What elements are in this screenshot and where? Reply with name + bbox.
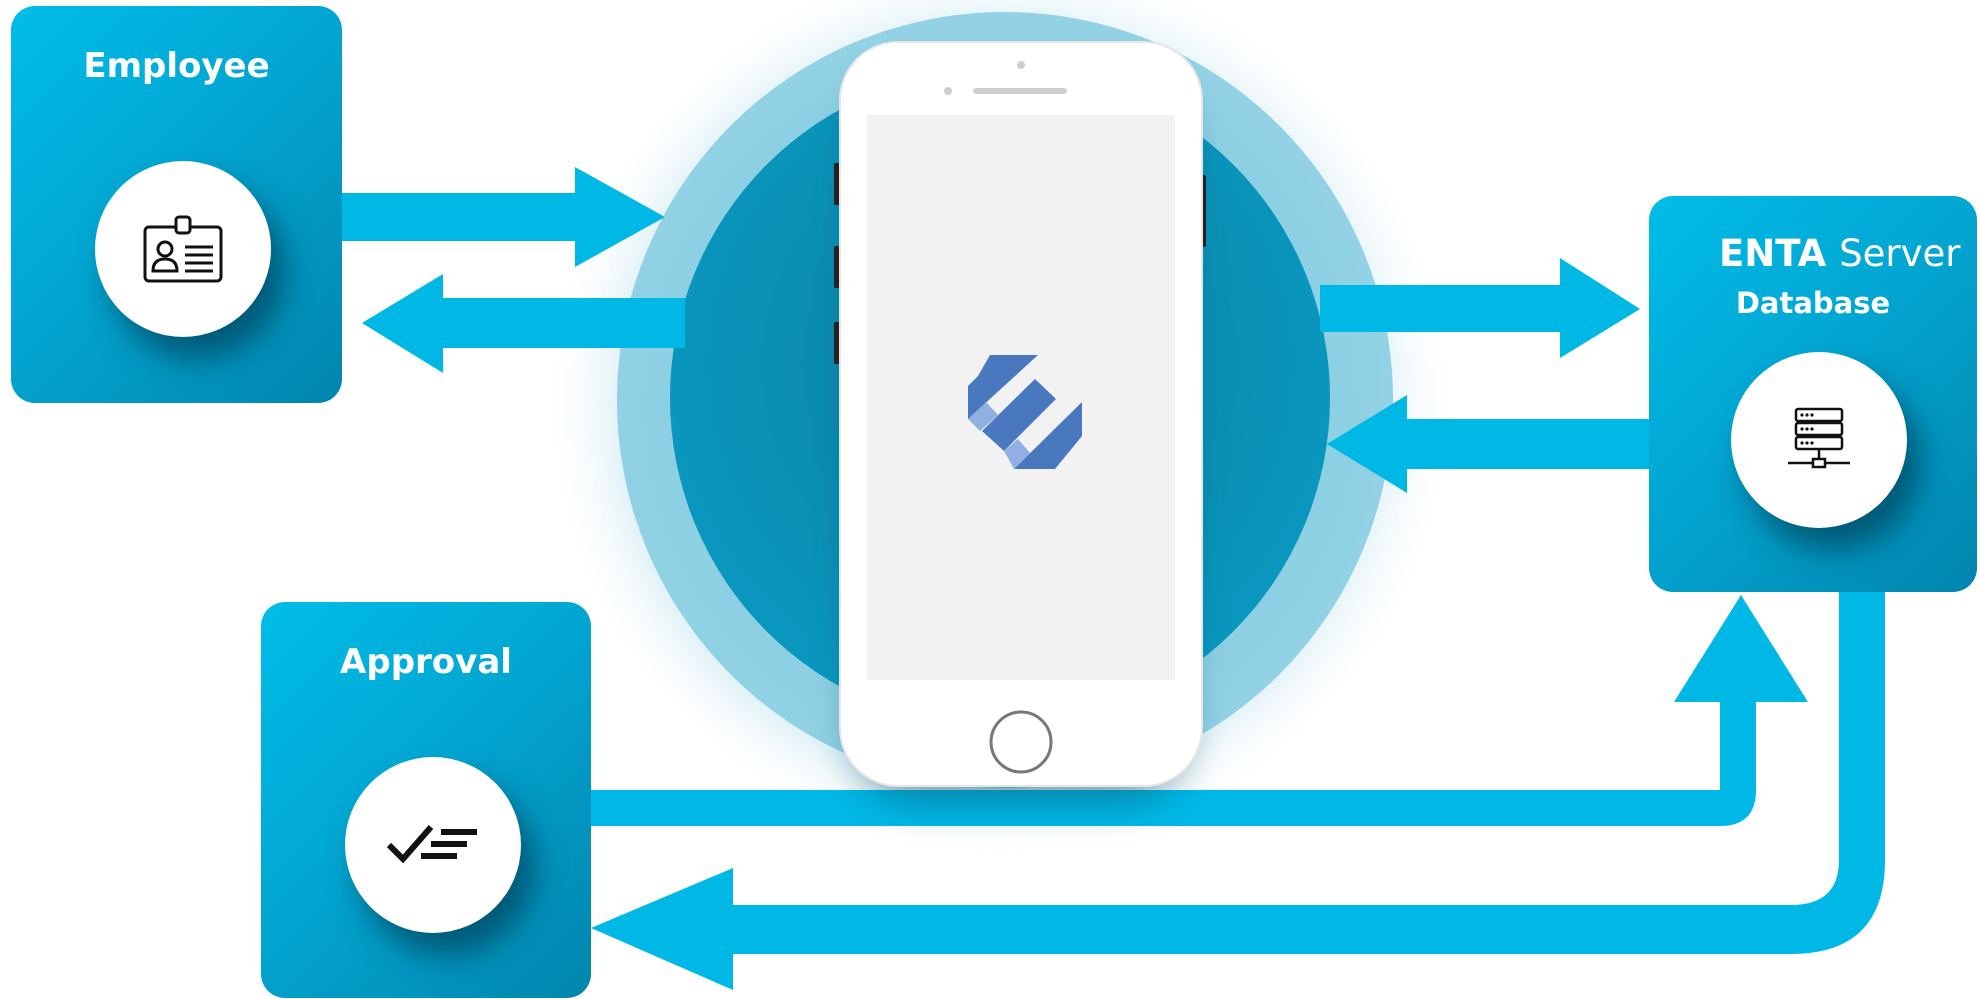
server-subtitle: Database: [1735, 286, 1891, 320]
employee-box: Employee: [11, 6, 342, 403]
employee-icon-circle: [95, 161, 271, 337]
workflow-diagram: Employee ENTA Server Database Approval: [0, 0, 1980, 999]
server-icon-circle: [1731, 352, 1907, 528]
phone-sensor: [944, 87, 952, 95]
server-title-light: Server: [1839, 232, 1961, 275]
employee-title: Employee: [83, 46, 270, 86]
approval-box: Approval: [261, 602, 591, 998]
server-box: ENTA Server Database: [1649, 196, 1977, 592]
checklist-icon: [386, 825, 477, 864]
id-card-icon: [143, 215, 223, 283]
server-title: ENTA Server: [1719, 232, 1960, 275]
approval-icon-circle: [345, 757, 521, 933]
phone-home-button[interactable]: [989, 710, 1053, 774]
server-title-bold: ENTA: [1719, 232, 1827, 275]
phone-speaker: [973, 88, 1067, 94]
server-rack-icon: [1788, 407, 1850, 469]
phone-camera: [1017, 61, 1025, 69]
approval-title: Approval: [340, 642, 512, 682]
